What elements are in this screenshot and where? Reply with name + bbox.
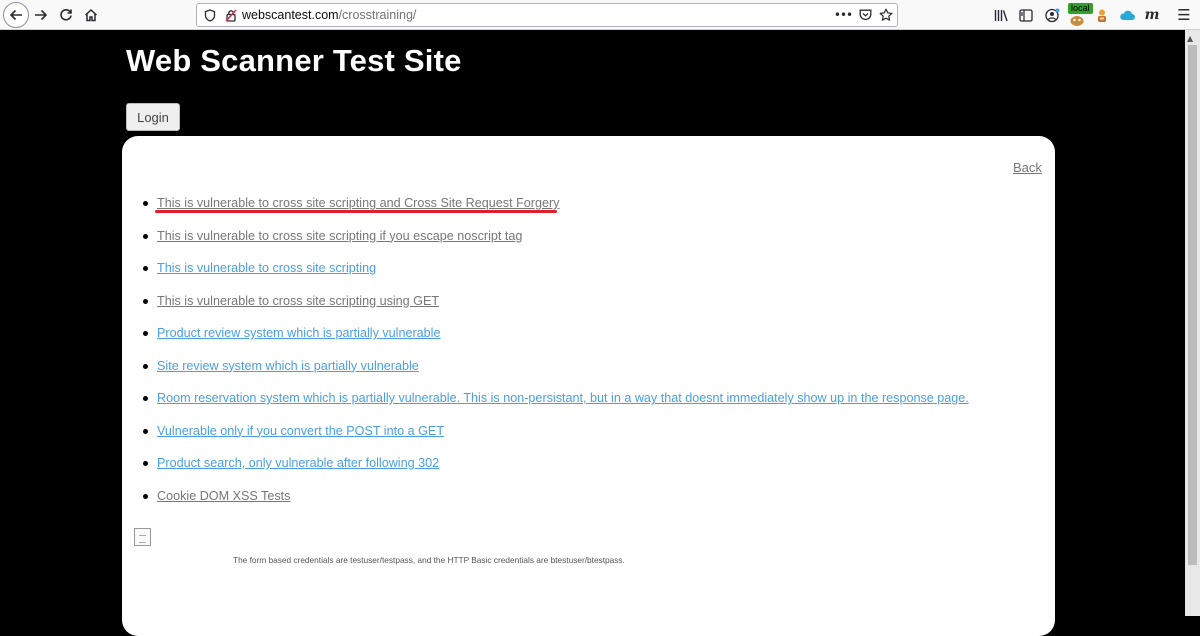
link-xss-csrf[interactable]: This is vulnerable to cross site scripti… <box>157 196 559 210</box>
list-item: Product search, only vulnerable after fo… <box>122 454 969 487</box>
url-text[interactable]: webscantest.com/crosstraining/ <box>242 8 416 22</box>
library-icon[interactable] <box>992 6 1010 24</box>
url-host: webscantest.com <box>242 8 339 22</box>
bookmark-star-icon[interactable] <box>878 7 894 23</box>
insecure-lock-icon[interactable] <box>223 7 239 23</box>
extension2-icon[interactable] <box>1093 6 1111 24</box>
menu-icon[interactable]: ☰ <box>1175 6 1193 24</box>
scroll-up-arrow-icon[interactable]: ▲ <box>1187 34 1193 43</box>
list-item: Product review system which is partially… <box>122 324 969 357</box>
link-product-review[interactable]: Product review system which is partially… <box>157 326 440 340</box>
more-icon[interactable]: ••• <box>834 7 853 23</box>
link-cookie-dom-xss[interactable]: Cookie DOM XSS Tests <box>157 489 290 503</box>
back-link[interactable]: Back <box>1013 160 1042 175</box>
reload-icon[interactable] <box>54 3 78 27</box>
extension-icon[interactable] <box>1068 12 1086 30</box>
list-item: This is vulnerable to cross site scripti… <box>122 259 969 292</box>
link-xss-noscript[interactable]: This is vulnerable to cross site scripti… <box>157 229 522 243</box>
sidebar-icon[interactable] <box>1017 6 1035 24</box>
link-post-to-get[interactable]: Vulnerable only if you convert the POST … <box>157 424 444 438</box>
site-title: Web Scanner Test Site <box>126 43 462 78</box>
forward-icon[interactable] <box>29 3 53 27</box>
list-item: Room reservation system which is partial… <box>122 389 969 422</box>
list-item: Vulnerable only if you convert the POST … <box>122 422 969 455</box>
list-item: This is vulnerable to cross site scripti… <box>122 227 969 260</box>
link-product-search[interactable]: Product search, only vulnerable after fo… <box>157 456 439 470</box>
test-link-list: This is vulnerable to cross site scripti… <box>122 194 969 519</box>
link-xss[interactable]: This is vulnerable to cross site scripti… <box>157 261 376 275</box>
scrollbar-thumb[interactable] <box>1188 45 1197 565</box>
home-icon[interactable] <box>79 3 103 27</box>
pocket-icon[interactable] <box>857 7 873 23</box>
link-xss-get[interactable]: This is vulnerable to cross site scripti… <box>157 294 439 308</box>
url-path: /crosstraining/ <box>338 8 417 22</box>
list-item: This is vulnerable to cross site scripti… <box>122 292 969 325</box>
content-panel: Back This is vulnerable to cross site sc… <box>122 136 1055 636</box>
url-bar[interactable]: webscantest.com/crosstraining/ ••• <box>196 3 898 27</box>
shield-icon[interactable] <box>202 7 218 23</box>
list-item: Cookie DOM XSS Tests <box>122 487 969 520</box>
credentials-note: The form based credentials are testuser/… <box>233 555 625 565</box>
back-icon[interactable] <box>3 2 29 28</box>
list-item: Site review system which is partially vu… <box>122 357 969 390</box>
m-icon[interactable]: m <box>1143 6 1161 24</box>
account-icon[interactable] <box>1043 6 1061 24</box>
cloud-icon[interactable] <box>1118 6 1136 24</box>
link-site-review[interactable]: Site review system which is partially vu… <box>157 359 419 373</box>
link-room-reservation[interactable]: Room reservation system which is partial… <box>157 391 969 405</box>
browser-toolbar: webscantest.com/crosstraining/ ••• local… <box>0 0 1200 30</box>
login-button[interactable]: Login <box>126 103 180 131</box>
document-icon[interactable] <box>134 528 151 546</box>
red-annotation-underline <box>155 210 557 213</box>
